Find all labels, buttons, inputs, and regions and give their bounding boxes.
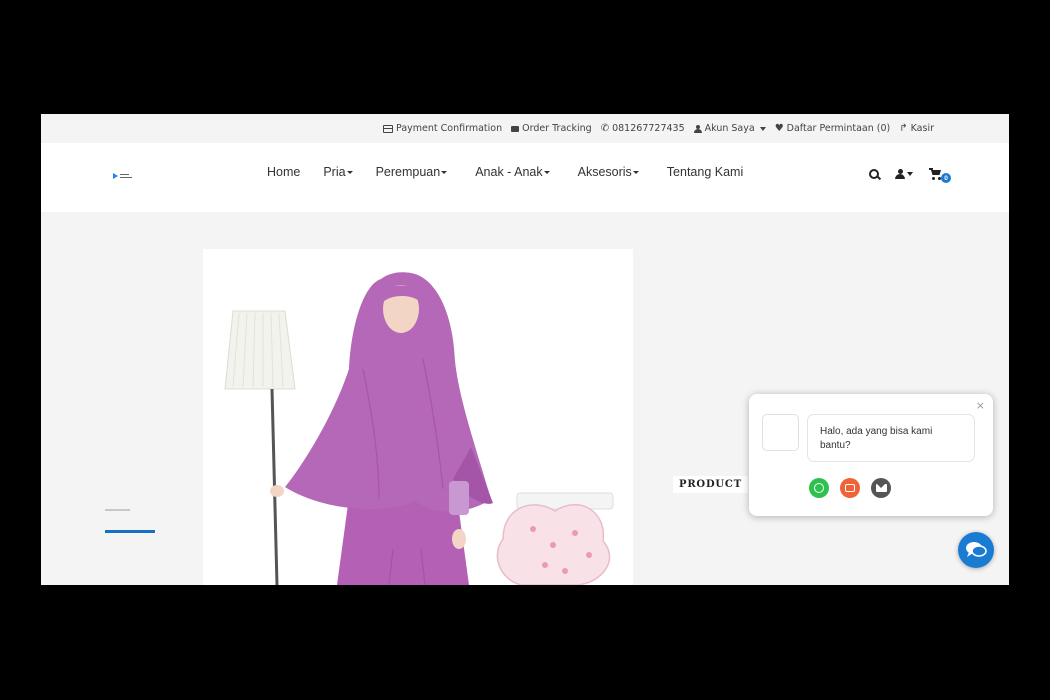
phone-number: 081267727435 [612, 123, 685, 134]
chat-greeting-text: Halo, ada yang bisa kami bantu? [820, 426, 933, 451]
messenger-button[interactable] [840, 478, 860, 498]
order-tracking-label: Order Tracking [522, 123, 592, 134]
whatsapp-button[interactable] [809, 478, 829, 498]
top-utility-bar: Payment Confirmation Order Tracking ✆ 08… [41, 114, 1009, 143]
order-tracking-link[interactable]: Order Tracking [511, 123, 592, 134]
product-image[interactable] [203, 249, 633, 585]
site-logo[interactable]: ▬▬▬ ▬▬▬▬ [113, 171, 143, 181]
phone-icon: ✆ [600, 122, 610, 134]
wishlist-label: Daftar Permintaan (0) [786, 123, 891, 134]
close-icon[interactable]: × [976, 399, 985, 412]
chat-greeting-bubble: Halo, ada yang bisa kami bantu? [807, 414, 975, 462]
account-label: Akun Saya [704, 123, 755, 134]
chat-popup: × Halo, ada yang bisa kami bantu? [749, 394, 993, 516]
payment-confirmation-label: Payment Confirmation [396, 123, 503, 134]
cart-icon-body [931, 170, 941, 175]
slider-dot-inactive[interactable] [105, 509, 130, 511]
main-header: ▬▬▬ ▬▬▬▬ Home Pria Perempuan Anak - Anak … [41, 143, 1009, 212]
wishlist-link[interactable]: ♥ Daftar Permintaan (0) [775, 123, 891, 134]
nav-perempuan[interactable]: Perempuan [376, 165, 448, 179]
nav-anak-label: Anak - Anak [475, 165, 543, 179]
account-dropdown[interactable]: Akun Saya [693, 123, 766, 134]
chevron-down-icon [632, 170, 639, 174]
slider-indicators [105, 509, 155, 533]
email-button[interactable] [871, 478, 891, 498]
nav-aksesoris[interactable]: Aksesoris [578, 165, 639, 179]
nav-home[interactable]: Home [267, 165, 300, 179]
account-menu-button[interactable] [895, 168, 913, 180]
nav-home-label: Home [267, 165, 301, 179]
chat-channels [809, 478, 891, 498]
payment-confirmation-link[interactable]: Payment Confirmation [383, 123, 502, 134]
nav-tentang-kami-label: Tentang Kami [666, 165, 744, 179]
product-photo [203, 249, 633, 585]
chevron-down-icon [907, 172, 913, 176]
cart-count-badge: 0 [941, 173, 951, 183]
logo-mark-icon [113, 173, 118, 179]
product-banner-text: PRODUCT [673, 476, 748, 493]
logo-text: ▬▬▬ ▬▬▬▬ [120, 172, 132, 179]
chevron-down-icon [346, 170, 353, 174]
chevron-down-icon [759, 126, 766, 131]
truck-icon [511, 125, 520, 132]
email-icon [875, 484, 887, 492]
credit-card-icon [383, 124, 394, 133]
whatsapp-icon [814, 483, 824, 493]
nav-anak[interactable]: Anak - Anak [475, 165, 550, 179]
nav-pria[interactable]: Pria [323, 165, 353, 179]
messenger-icon [845, 484, 855, 492]
cart-icon [929, 168, 933, 170]
phone-link[interactable]: ✆ 081267727435 [601, 123, 685, 134]
nav-perempuan-label: Perempuan [375, 165, 441, 179]
avatar [762, 414, 799, 451]
main-nav: Home Pria Perempuan Anak - Anak Aksesori… [267, 165, 743, 179]
heart-icon: ♥ [774, 122, 784, 134]
nav-aksesoris-label: Aksesoris [577, 165, 632, 179]
user-icon [693, 124, 702, 133]
chevron-down-icon [441, 170, 448, 174]
header-actions: 0 [869, 168, 951, 183]
cashier-link[interactable]: ↱ Kasir [899, 123, 934, 134]
cart-button[interactable]: 0 [929, 168, 951, 183]
nav-tentang-kami[interactable]: Tentang Kami [667, 165, 743, 179]
chevron-down-icon [543, 170, 550, 174]
chat-launcher-button[interactable] [958, 532, 994, 568]
utility-links: Payment Confirmation Order Tracking ✆ 08… [383, 114, 934, 143]
cart-icon-wheel [932, 177, 935, 180]
user-icon [895, 168, 905, 180]
share-icon: ↱ [899, 122, 908, 134]
search-icon[interactable] [869, 169, 879, 179]
nav-pria-label: Pria [323, 165, 346, 179]
slider-dot-active[interactable] [105, 530, 155, 533]
cashier-label: Kasir [910, 123, 934, 134]
chat-bubbles-icon [966, 542, 987, 557]
